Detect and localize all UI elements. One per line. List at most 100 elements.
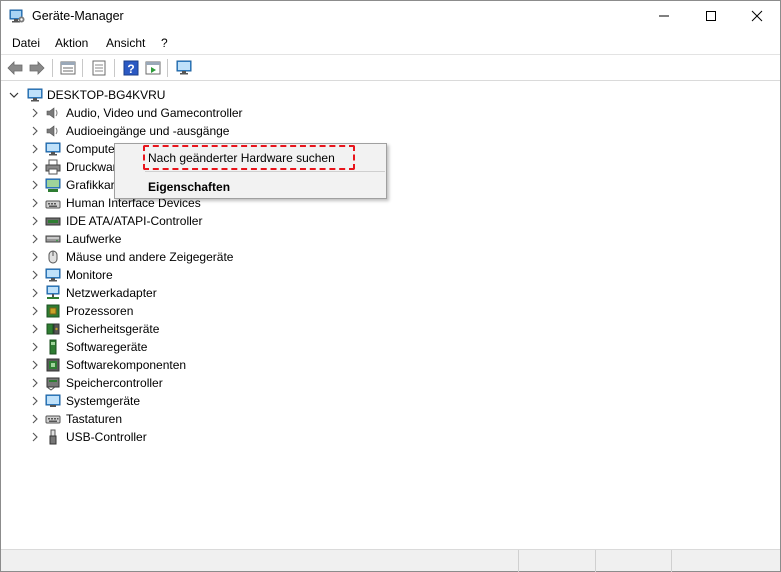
- mouse-icon: [48, 250, 58, 264]
- chevron-right-icon[interactable]: [30, 360, 40, 370]
- tree-category-item[interactable]: USB-Controller: [1, 428, 780, 446]
- speaker-icon: [46, 125, 58, 137]
- storage-icon: [46, 377, 60, 391]
- tree-category-item[interactable]: Systemgeräte: [1, 392, 780, 410]
- ide-icon: [45, 217, 61, 226]
- menu-bar: Datei Aktion Ansicht ?: [1, 32, 780, 54]
- tree-category-label: Softwaregeräte: [66, 340, 148, 354]
- tree-category-label: Mäuse und andere Zeigegeräte: [66, 250, 234, 264]
- tree-category-label: Tastaturen: [66, 412, 123, 426]
- chevron-right-icon[interactable]: [30, 414, 40, 424]
- chevron-right-icon[interactable]: [30, 252, 40, 262]
- svg-text:?: ?: [127, 62, 134, 76]
- window-title: Geräte-Manager: [32, 9, 124, 23]
- tree-category-item[interactable]: Mäuse und andere Zeigegeräte: [1, 248, 780, 266]
- software-component-icon: [46, 358, 60, 372]
- tree-category-item[interactable]: Monitore: [1, 266, 780, 284]
- minimize-icon: [659, 15, 669, 17]
- system-icon: [45, 394, 61, 407]
- monitor-icon: [45, 268, 61, 282]
- tree-category-item[interactable]: Sicherheitsgeräte: [1, 320, 780, 338]
- maximize-icon: [706, 11, 716, 21]
- tree-root-label: DESKTOP-BG4KVRU: [47, 88, 166, 102]
- context-menu-properties[interactable]: Eigenschaften: [148, 180, 230, 194]
- chevron-down-icon[interactable]: [9, 90, 19, 100]
- close-button[interactable]: [734, 1, 780, 31]
- status-segment: [595, 550, 596, 572]
- keyboard-icon: [45, 415, 61, 424]
- chevron-right-icon[interactable]: [30, 432, 40, 442]
- hid-icon: [45, 200, 61, 209]
- chevron-right-icon[interactable]: [30, 180, 40, 190]
- help-icon[interactable]: ?: [122, 59, 140, 77]
- chevron-right-icon[interactable]: [30, 162, 40, 172]
- tree-category-label: Audioeingänge und -ausgänge: [66, 124, 230, 138]
- chevron-right-icon[interactable]: [30, 126, 40, 136]
- tree-category-item[interactable]: Laufwerke: [1, 230, 780, 248]
- forward-icon[interactable]: [28, 59, 46, 77]
- tree-category-item[interactable]: Prozessoren: [1, 302, 780, 320]
- chevron-right-icon[interactable]: [30, 324, 40, 334]
- tree-category-label: Prozessoren: [66, 304, 134, 318]
- tree-category-item[interactable]: Netzwerkadapter: [1, 284, 780, 302]
- toolbar-separator: [82, 59, 83, 77]
- toolbar-separator: [167, 59, 168, 77]
- tree-category-item[interactable]: Audio, Video und Gamecontroller: [1, 104, 780, 122]
- security-icon: [46, 323, 60, 335]
- software-device-icon: [49, 339, 57, 355]
- chevron-right-icon[interactable]: [30, 342, 40, 352]
- computer-scan-icon[interactable]: [175, 59, 193, 77]
- tree-category-label: Sicherheitsgeräte: [66, 322, 160, 336]
- tree-root[interactable]: DESKTOP-BG4KVRU: [1, 86, 780, 104]
- context-menu-separator: [145, 171, 385, 172]
- tree-category-label: Speichercontroller: [66, 376, 163, 390]
- tree-category-label: Laufwerke: [66, 232, 122, 246]
- chevron-right-icon[interactable]: [30, 378, 40, 388]
- properties-view-icon[interactable]: [59, 59, 77, 77]
- menu-ansicht[interactable]: Ansicht: [106, 36, 145, 50]
- tree-category-item[interactable]: Speichercontroller: [1, 374, 780, 392]
- tree-category-item[interactable]: Softwarekomponenten: [1, 356, 780, 374]
- tree-category-item[interactable]: Audioeingänge und -ausgänge: [1, 122, 780, 140]
- chevron-right-icon[interactable]: [30, 108, 40, 118]
- title-bar[interactable]: Geräte-Manager: [1, 1, 780, 32]
- usb-icon: [49, 429, 57, 445]
- minimize-button[interactable]: [641, 1, 687, 31]
- chevron-right-icon[interactable]: [30, 234, 40, 244]
- chevron-right-icon[interactable]: [30, 306, 40, 316]
- tree-category-label: Systemgeräte: [66, 394, 141, 408]
- printer-icon: [45, 159, 61, 175]
- display-adapter-icon: [45, 178, 61, 192]
- details-icon[interactable]: [90, 59, 108, 77]
- tree-category-label: Monitore: [66, 268, 113, 282]
- toolbar: ?: [1, 54, 780, 81]
- menu-aktion[interactable]: Aktion: [55, 36, 88, 50]
- back-icon[interactable]: [6, 59, 24, 77]
- network-icon: [46, 285, 60, 299]
- maximize-button[interactable]: [688, 1, 734, 31]
- chevron-right-icon[interactable]: [30, 216, 40, 226]
- tree-category-item[interactable]: Softwaregeräte: [1, 338, 780, 356]
- chevron-right-icon[interactable]: [30, 270, 40, 280]
- chevron-right-icon[interactable]: [30, 288, 40, 298]
- device-manager-window: Geräte-Manager Datei Aktion Ansicht ? ? …: [0, 0, 781, 572]
- speaker-icon: [46, 107, 58, 119]
- drive-icon: [45, 235, 61, 243]
- highlight-annotation: [143, 145, 355, 170]
- tree-category-label: Computer: [66, 142, 119, 156]
- tree-category-label: USB-Controller: [66, 430, 147, 444]
- chevron-right-icon[interactable]: [30, 396, 40, 406]
- tree-category-item[interactable]: Tastaturen: [1, 410, 780, 428]
- status-segment: [671, 550, 672, 572]
- chevron-right-icon[interactable]: [30, 144, 40, 154]
- processor-icon: [46, 304, 60, 318]
- tree-category-item[interactable]: IDE ATA/ATAPI-Controller: [1, 212, 780, 230]
- tree-category-label: Softwarekomponenten: [66, 358, 187, 372]
- menu-help[interactable]: ?: [161, 36, 168, 50]
- chevron-right-icon[interactable]: [30, 198, 40, 208]
- run-icon[interactable]: [144, 59, 162, 77]
- monitor-icon: [45, 142, 61, 156]
- menu-datei[interactable]: Datei: [12, 36, 40, 50]
- tree-category-label: Netzwerkadapter: [66, 286, 157, 300]
- tree-category-label: IDE ATA/ATAPI-Controller: [66, 214, 203, 228]
